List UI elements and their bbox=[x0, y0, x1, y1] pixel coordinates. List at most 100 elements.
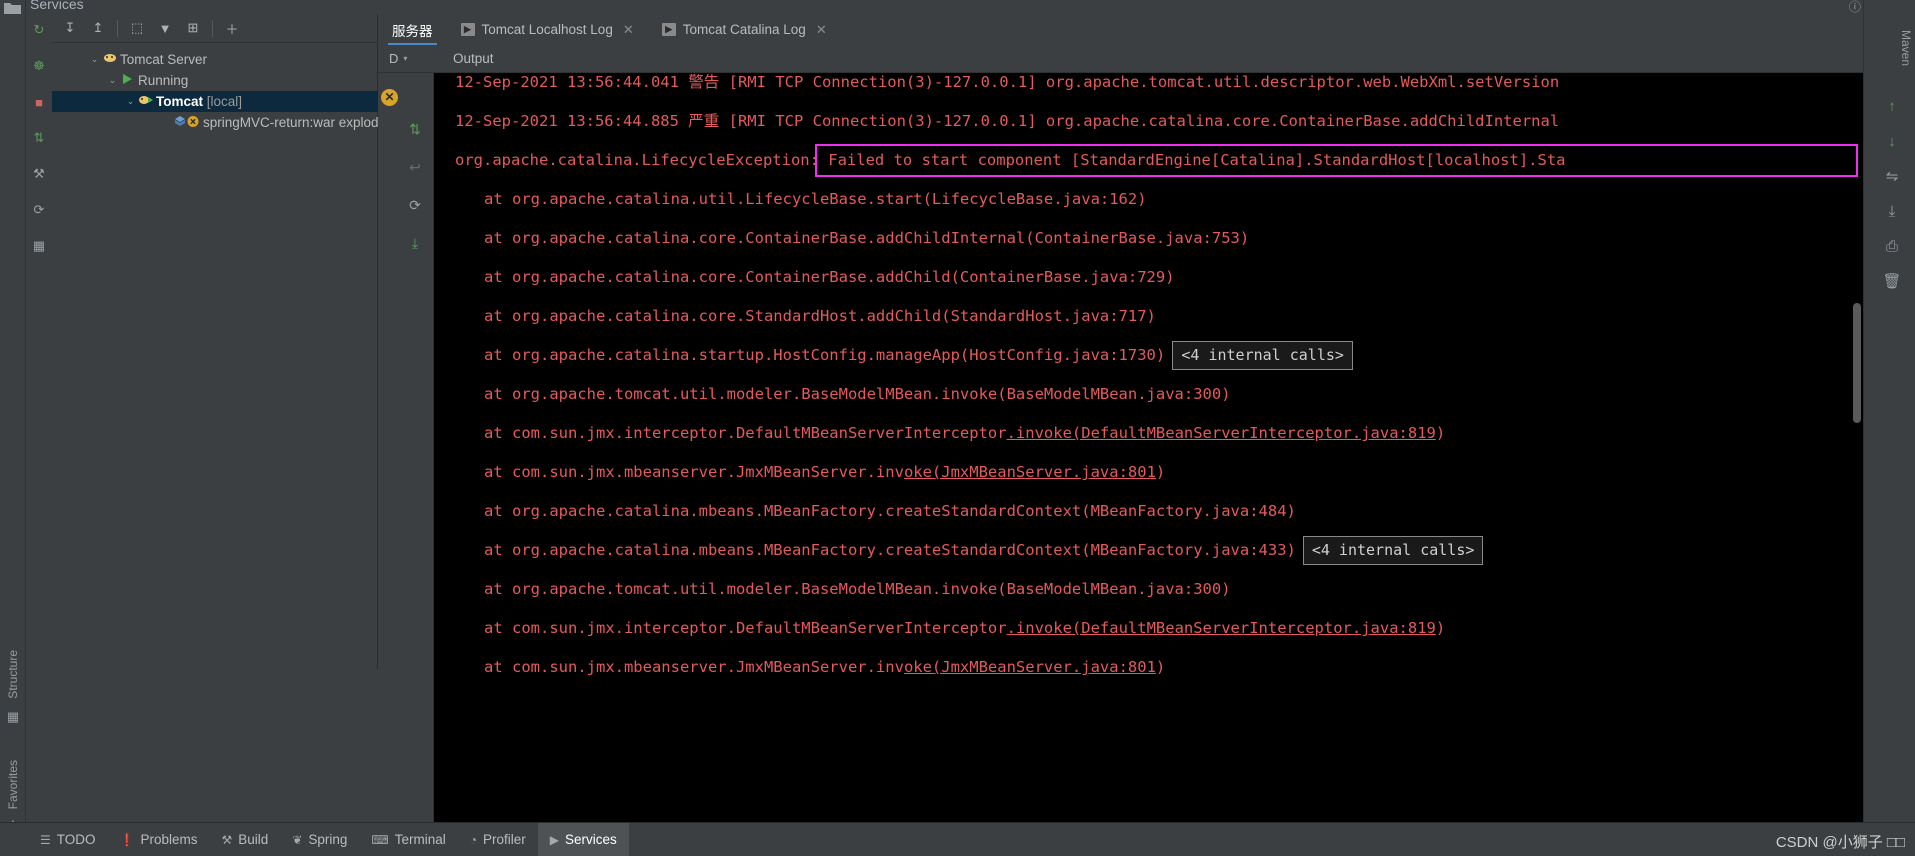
scroll-down-icon[interactable]: ↓ bbox=[1881, 130, 1903, 152]
print-icon[interactable]: ⎙ bbox=[1881, 235, 1903, 257]
soft-wrap-icon[interactable]: ↩ bbox=[404, 156, 426, 178]
stack-trace-link[interactable]: oke(JmxMBeanServer.java:801 bbox=[904, 463, 1156, 481]
status-spring[interactable]: ❦ Spring bbox=[280, 823, 359, 856]
stack-trace-link[interactable]: .invoke(DefaultMBeanServerInterceptor.ja… bbox=[1007, 619, 1436, 637]
log-line-stack-1: at org.apache.catalina.util.LifecycleBas… bbox=[484, 190, 1147, 208]
log-line-stack-5: at org.apache.catalina.startup.HostConfi… bbox=[484, 346, 1166, 364]
deploy-icon[interactable]: ⇅ bbox=[29, 128, 49, 148]
status-profiler-icon: ◔ bbox=[469, 832, 477, 847]
stack-trace-link[interactable]: .invoke(DefaultMBeanServerInterceptor.ja… bbox=[1007, 424, 1436, 442]
group-by-button[interactable]: ⬚ bbox=[124, 16, 150, 40]
status-build-icon: ⚒ bbox=[221, 832, 233, 847]
help-icon[interactable]: ⓘ bbox=[1849, 0, 1861, 14]
scroll-up-icon[interactable]: ↑ bbox=[1881, 95, 1903, 117]
artifact-error-icon bbox=[173, 115, 201, 131]
project-folder-icon[interactable] bbox=[4, 2, 21, 15]
stop-process-icon[interactable]: ✕ bbox=[381, 89, 398, 106]
status-services-icon: ▶ bbox=[549, 832, 559, 847]
log-line-stack-7: at com.sun.jmx.interceptor.DefaultMBeanS… bbox=[484, 424, 1446, 442]
log-tab-bar: 服务器 ▶ Tomcat Localhost Log ✕ ▶ Tomcat Catalin… bbox=[378, 14, 1863, 45]
log-gutter: ✕ ⇅ ↩ ⟳ ⤓ bbox=[378, 73, 434, 841]
log-line-stack-6: at org.apache.tomcat.util.modeler.BaseMo… bbox=[484, 385, 1231, 403]
window-title-strip: Services ⓘ ⚙ – bbox=[0, 0, 1915, 14]
tab-label: 服务器 bbox=[392, 23, 433, 39]
tree-node-label: Tomcat Server bbox=[120, 52, 208, 67]
chevron-down-icon[interactable]: ⌄ bbox=[106, 75, 119, 86]
export-icon[interactable]: ⤓ bbox=[404, 232, 426, 254]
status-terminal-icon: ⌨ bbox=[371, 832, 389, 847]
log-line-stack-2: at org.apache.catalina.core.ContainerBas… bbox=[484, 229, 1250, 247]
left-tool-rail: Structure Favorites ▦ ★ bbox=[0, 0, 26, 856]
stack-trace-link[interactable]: oke(JmxMBeanServer.java:801 bbox=[904, 658, 1156, 676]
add-tab-button[interactable]: ⊞ bbox=[180, 16, 206, 40]
right-tool-rail: Maven ↑ ↓ ⇋ ⤓ ⎙ 🗑 bbox=[1863, 0, 1915, 841]
internal-calls-chip[interactable]: <4 internal calls> bbox=[1302, 536, 1484, 565]
log-source-value: D bbox=[389, 51, 399, 66]
tree-node-label: Tomcat [local] bbox=[156, 94, 243, 109]
log-source-dropdown[interactable]: D ▾ bbox=[378, 51, 430, 66]
structure-icon[interactable]: ▦ bbox=[6, 710, 20, 724]
toolbar-separator bbox=[212, 19, 213, 37]
settings-wrench-icon[interactable]: ⚒ bbox=[29, 164, 49, 184]
status-problems-label: Problems bbox=[140, 832, 198, 847]
grid-icon[interactable]: ▦ bbox=[29, 236, 49, 256]
debug-icon[interactable]: ☸ bbox=[29, 56, 49, 76]
chevron-down-icon: ▾ bbox=[403, 54, 408, 63]
trash-icon[interactable]: 🗑 bbox=[1881, 270, 1903, 292]
add-service-button[interactable]: ＋ bbox=[219, 16, 245, 40]
status-services[interactable]: ▶ Services bbox=[537, 822, 629, 856]
log-console[interactable]: 12-Sep-2021 13:56:44.041 警告 [RMI TCP Con… bbox=[434, 73, 1863, 841]
internal-calls-chip[interactable]: <4 internal calls> bbox=[1172, 341, 1353, 370]
download-icon[interactable]: ⤓ bbox=[1881, 200, 1903, 222]
chevron-down-icon[interactable]: ⌄ bbox=[124, 96, 137, 107]
artifact-node[interactable]: springMVC-return:war exploded bbox=[52, 112, 394, 133]
log-line-stack-11: at org.apache.tomcat.util.modeler.BaseMo… bbox=[484, 580, 1231, 598]
tab-label: Tomcat Localhost Log bbox=[481, 22, 613, 37]
running-node[interactable]: ⌄ Running bbox=[52, 70, 378, 91]
status-terminal-label: Terminal bbox=[394, 832, 446, 847]
close-icon[interactable]: ✕ bbox=[623, 22, 634, 38]
sidebar-item-maven[interactable]: Maven bbox=[1899, 30, 1913, 66]
status-terminal[interactable]: ⌨ Terminal bbox=[359, 823, 457, 856]
log-line-stack-9: at org.apache.catalina.mbeans.MBeanFacto… bbox=[484, 502, 1296, 520]
status-todo[interactable]: ☰ TODO bbox=[28, 823, 108, 856]
status-todo-icon: ☰ bbox=[40, 832, 51, 847]
tomcat-running-icon bbox=[137, 94, 154, 109]
log-line-stack-10: at org.apache.catalina.mbeans.MBeanFacto… bbox=[484, 541, 1296, 559]
close-icon[interactable]: ✕ bbox=[816, 22, 827, 38]
filter-button[interactable]: ▼ bbox=[152, 16, 178, 40]
log-line-stack-8: at com.sun.jmx.mbeanserver.JmxMBeanServe… bbox=[484, 463, 1166, 481]
tab-label: Tomcat Catalina Log bbox=[682, 22, 806, 37]
wrap-icon[interactable]: ⇋ bbox=[1881, 165, 1903, 187]
tab-tomcat-catalina-log[interactable]: ▶ Tomcat Catalina Log ✕ bbox=[648, 14, 841, 45]
tomcat-icon bbox=[101, 52, 118, 67]
log-line-stack-3: at org.apache.catalina.core.ContainerBas… bbox=[484, 268, 1175, 286]
status-bar: ☰ TODO ❗ Problems ⚒ Build ❦ Spring ⌨ Terminal ◔ Pro… bbox=[0, 822, 1915, 856]
status-profiler[interactable]: ◔ Profiler bbox=[458, 823, 538, 856]
tomcat-local-node[interactable]: ⌄ Tomcat [local] bbox=[52, 91, 378, 112]
status-build[interactable]: ⚒ Build bbox=[210, 823, 281, 856]
vertical-scrollbar[interactable] bbox=[1853, 303, 1861, 423]
stop-icon[interactable]: ■ bbox=[29, 92, 49, 112]
status-services-label: Services bbox=[565, 832, 617, 847]
scroll-to-end-icon[interactable]: ⇅ bbox=[404, 118, 426, 140]
run-green-triangle-icon bbox=[119, 73, 136, 88]
refresh-icon[interactable]: ⟳ bbox=[29, 200, 49, 220]
rerun-icon[interactable]: ↻ bbox=[29, 20, 49, 40]
tab-tomcat-localhost-log[interactable]: ▶ Tomcat Localhost Log ✕ bbox=[447, 14, 648, 45]
expand-all-button[interactable]: ↧ bbox=[57, 16, 83, 40]
run-console-icon: ▶ bbox=[460, 23, 475, 36]
status-problems[interactable]: ❗ Problems bbox=[108, 823, 210, 856]
tomcat-server-node[interactable]: ⌄ Tomcat Server bbox=[52, 49, 378, 70]
log-line-stack-13: at com.sun.jmx.mbeanserver.JmxMBeanServe… bbox=[484, 658, 1166, 676]
tab-server[interactable]: 服务器 bbox=[378, 14, 447, 45]
toolbar-separator bbox=[117, 19, 118, 37]
status-spring-icon: ❦ bbox=[292, 832, 303, 847]
watermark: CSDN @小狮子 □□ bbox=[1775, 834, 1905, 851]
log-line-stack-12: at com.sun.jmx.interceptor.DefaultMBeanS… bbox=[484, 619, 1446, 637]
tree-node-label: springMVC-return:war exploded bbox=[203, 115, 394, 130]
restart-icon[interactable]: ⟳ bbox=[404, 194, 426, 216]
chevron-down-icon[interactable]: ⌄ bbox=[88, 54, 101, 65]
collapse-all-button[interactable]: ↥ bbox=[85, 16, 111, 40]
services-tree[interactable]: ⌄ Tomcat Server ⌄ Running ⌄ Tomcat [local] spr… bbox=[52, 45, 394, 669]
